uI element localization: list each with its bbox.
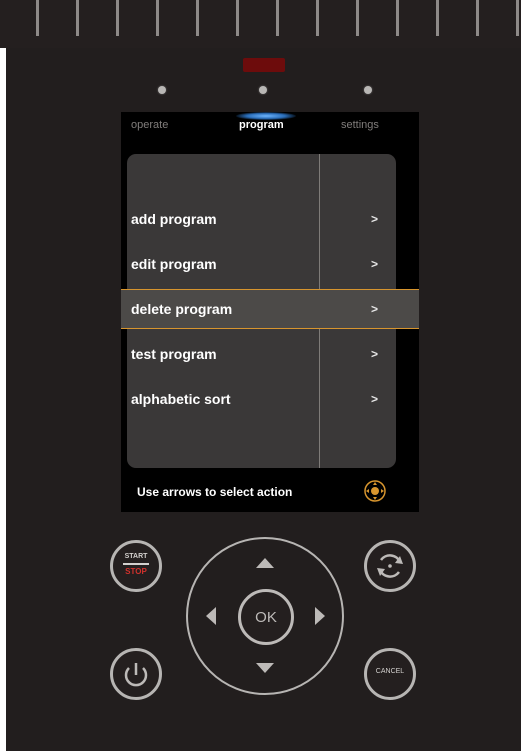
arrow-right-icon[interactable] — [314, 606, 326, 626]
led-settings — [364, 86, 372, 94]
tab-settings[interactable]: settings — [341, 119, 379, 131]
chevron-right-icon: > — [371, 302, 379, 316]
start-stop-divider — [123, 563, 149, 565]
refresh-button[interactable] — [364, 540, 416, 592]
menu-item-delete-program[interactable]: delete program > — [121, 289, 419, 329]
led-program — [259, 86, 267, 94]
status-indicator — [243, 58, 285, 72]
menu-item-add-program[interactable]: add program > — [127, 200, 396, 238]
tab-operate[interactable]: operate — [131, 119, 168, 131]
ok-label: OK — [255, 609, 277, 626]
arrow-left-icon[interactable] — [205, 606, 217, 626]
cancel-label: CANCEL — [375, 668, 405, 675]
arrow-up-icon[interactable] — [255, 557, 275, 569]
tab-program[interactable]: program — [239, 119, 284, 131]
chevron-right-icon: > — [371, 347, 379, 361]
led-operate — [158, 86, 166, 94]
chevron-right-icon: > — [371, 257, 379, 271]
power-icon — [124, 663, 148, 687]
cancel-button[interactable]: CANCEL — [364, 648, 416, 700]
tab-bar: operate program settings — [121, 112, 419, 140]
menu-item-test-program[interactable]: test program > — [127, 335, 396, 373]
dpad-ok-icon — [364, 480, 386, 502]
display-screen: operate program settings add program > e… — [121, 112, 419, 512]
ok-button[interactable]: OK — [238, 589, 294, 645]
arrow-down-icon[interactable] — [255, 662, 275, 674]
appliance-control-panel: operate program settings add program > e… — [0, 0, 521, 751]
hint-text: Use arrows to select action — [137, 485, 293, 499]
chevron-right-icon: > — [371, 212, 379, 226]
start-stop-button[interactable]: START STOP — [110, 540, 162, 592]
refresh-icon — [377, 554, 403, 578]
menu-item-label: add program — [131, 211, 217, 227]
menu-item-label: test program — [131, 346, 217, 362]
power-button[interactable] — [110, 648, 162, 700]
stop-label: STOP — [125, 567, 147, 576]
menu-item-label: delete program — [131, 301, 233, 317]
menu-item-label: edit program — [131, 256, 217, 272]
start-label: START — [124, 553, 148, 560]
menu-item-alphabetic-sort[interactable]: alphabetic sort > — [127, 380, 396, 418]
menu-item-label: alphabetic sort — [131, 391, 231, 407]
menu-item-edit-program[interactable]: edit program > — [127, 245, 396, 283]
vent-grille — [0, 0, 521, 48]
chevron-right-icon: > — [371, 392, 379, 406]
